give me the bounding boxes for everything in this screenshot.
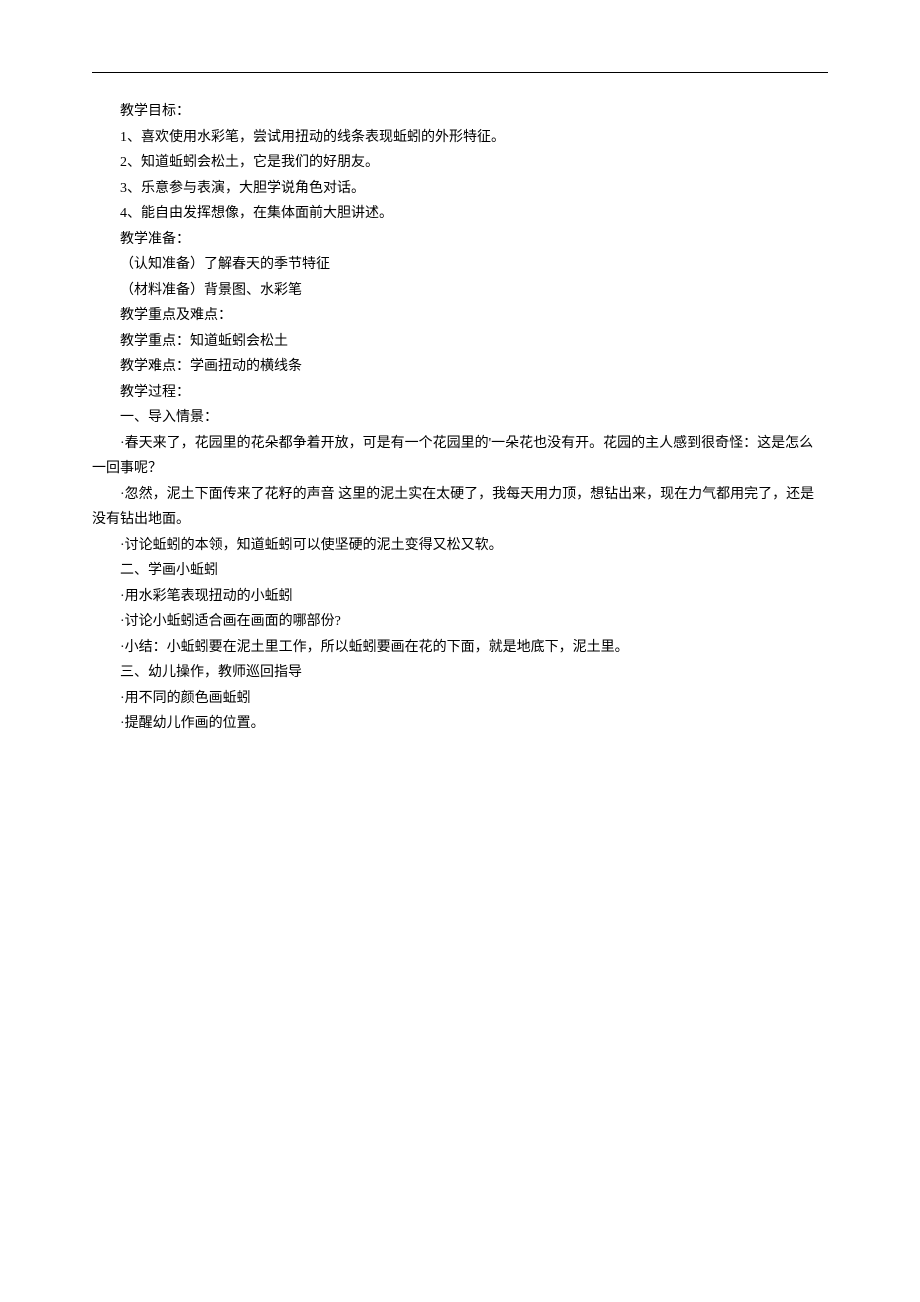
- section2-line1: ·用水彩笔表现扭动的小蚯蚓: [92, 584, 828, 610]
- focus-item-2: 教学难点：学画扭动的横线条: [92, 354, 828, 380]
- goals-header: 教学目标：: [92, 99, 828, 125]
- prep-header: 教学准备：: [92, 227, 828, 253]
- section1-line2: ·忽然，泥土下面传来了花籽的声音 这里的泥土实在太硬了，我每天用力顶，想钻出来，…: [92, 482, 828, 508]
- section1-line2b: 没有钻出地面。: [92, 507, 828, 533]
- section3-line1: ·用不同的颜色画蚯蚓: [92, 686, 828, 712]
- goal-item-2: 2、知道蚯蚓会松土，它是我们的好朋友。: [92, 150, 828, 176]
- process-header: 教学过程：: [92, 380, 828, 406]
- section3-line2: ·提醒幼儿作画的位置。: [92, 711, 828, 737]
- document-content: 教学目标： 1、喜欢使用水彩笔，尝试用扭动的线条表现蚯蚓的外形特征。 2、知道蚯…: [92, 99, 828, 737]
- goal-item-4: 4、能自由发挥想像，在集体面前大胆讲述。: [92, 201, 828, 227]
- section1-line1b: 一回事呢？: [92, 456, 828, 482]
- section1-line3: ·讨论蚯蚓的本领，知道蚯蚓可以使坚硬的泥土变得又松又软。: [92, 533, 828, 559]
- section2-line3: ·小结：小蚯蚓要在泥土里工作，所以蚯蚓要画在花的下面，就是地底下，泥土里。: [92, 635, 828, 661]
- goal-item-3: 3、乐意参与表演，大胆学说角色对话。: [92, 176, 828, 202]
- prep-item-2: （材料准备）背景图、水彩笔: [92, 278, 828, 304]
- section2-line2: ·讨论小蚯蚓适合画在画面的哪部份?: [92, 609, 828, 635]
- prep-item-1: （认知准备）了解春天的季节特征: [92, 252, 828, 278]
- goal-item-1: 1、喜欢使用水彩笔，尝试用扭动的线条表现蚯蚓的外形特征。: [92, 125, 828, 151]
- focus-header: 教学重点及难点：: [92, 303, 828, 329]
- section2-header: 二、学画小蚯蚓: [92, 558, 828, 584]
- section1-line1: ·春天来了，花园里的花朵都争着开放，可是有一个花园里的'一朵花也没有开。花园的主…: [92, 431, 828, 457]
- section3-header: 三、幼儿操作，教师巡回指导: [92, 660, 828, 686]
- focus-item-1: 教学重点：知道蚯蚓会松土: [92, 329, 828, 355]
- section1-header: 一、导入情景：: [92, 405, 828, 431]
- horizontal-divider: [92, 72, 828, 73]
